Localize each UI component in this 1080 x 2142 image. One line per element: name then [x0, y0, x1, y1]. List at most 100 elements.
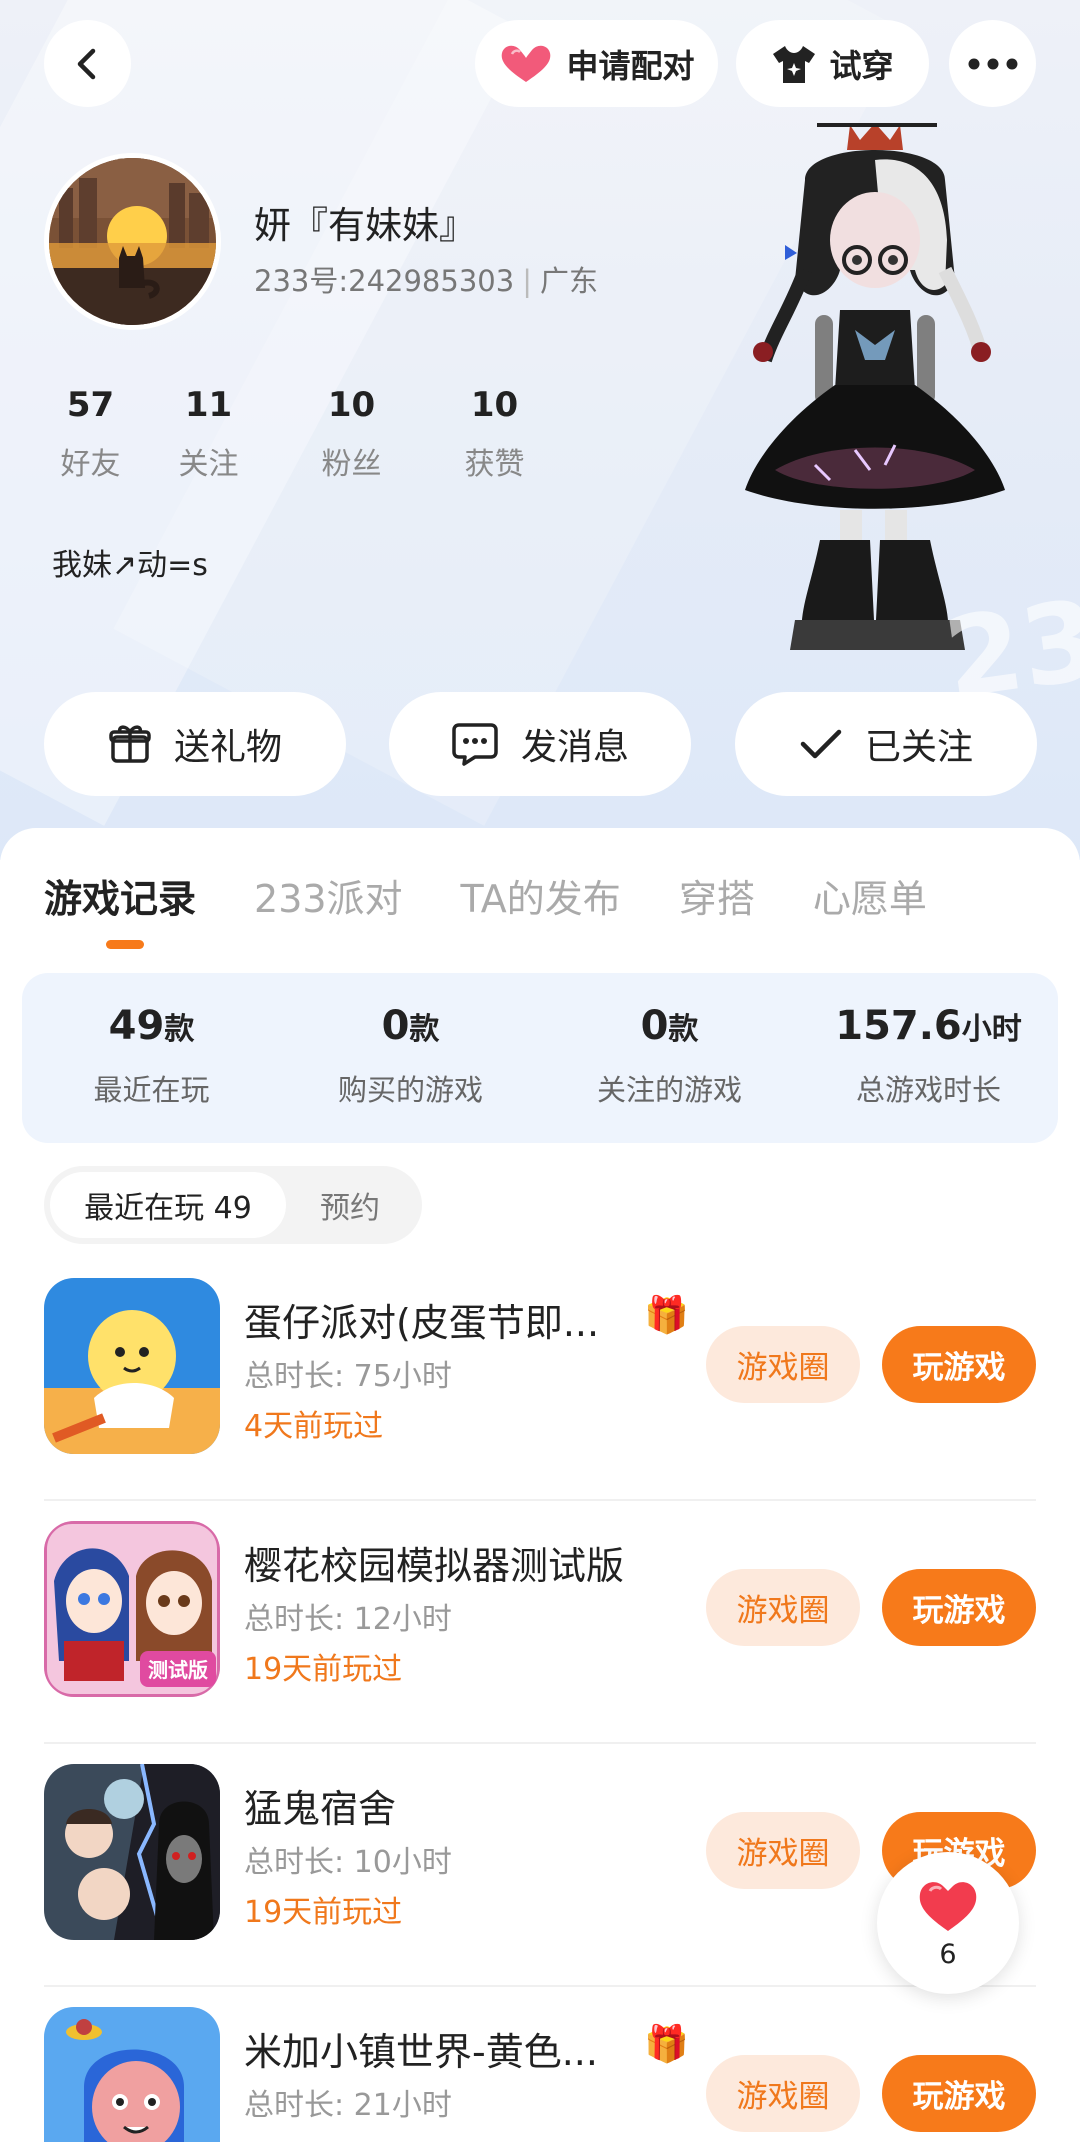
- user-region: 广东: [539, 264, 598, 298]
- send-gift-label: 送礼物: [173, 727, 282, 768]
- play-game-button[interactable]: 玩游戏: [882, 1326, 1036, 1403]
- send-message-label: 发消息: [520, 727, 629, 768]
- game-icon-image: [44, 2007, 220, 2142]
- game-last-played: 19天前玩过: [244, 1895, 403, 1930]
- profile-header: 申请配对 试穿 妍『有妹妹』 233号:242985303 | 广东 57 好友…: [0, 0, 1080, 860]
- play-game-button[interactable]: 玩游戏: [882, 1569, 1036, 1646]
- play-game-button[interactable]: 玩游戏: [882, 2055, 1036, 2132]
- more-dots-icon: [968, 58, 1017, 69]
- game-title: 蛋仔派对(皮蛋节即...: [244, 1301, 600, 1345]
- game-circle-button[interactable]: 游戏圈: [706, 1326, 860, 1403]
- game-list-item[interactable]: 米加小镇世界-黄色... 🎁 总时长: 21小时 游戏圈 玩游戏: [44, 1987, 1036, 2142]
- try-on-button[interactable]: 试穿: [736, 20, 929, 107]
- user-id: 233号:242985303: [254, 264, 515, 298]
- filter-recent-playing[interactable]: 最近在玩 49: [50, 1172, 286, 1238]
- summary-value: 157.6: [835, 1003, 962, 1049]
- back-button[interactable]: [44, 20, 131, 107]
- filter-reserved[interactable]: 预约: [286, 1172, 414, 1238]
- summary-label: 购买的游戏: [337, 1073, 483, 1107]
- game-duration: 总时长: 12小时: [244, 1602, 452, 1637]
- following-button[interactable]: 已关注: [735, 692, 1037, 796]
- summary-value: 0: [640, 1003, 669, 1049]
- stat-fans[interactable]: 10 粉丝: [280, 385, 423, 483]
- summary-value: 0: [381, 1003, 410, 1049]
- game-title: 樱花校园模拟器测试版: [244, 1544, 625, 1588]
- game-circle-button[interactable]: 游戏圈: [706, 1812, 860, 1889]
- stat-label: 获赞: [464, 447, 525, 482]
- game-last-played: 4天前玩过: [244, 1409, 384, 1444]
- summary-recent[interactable]: 49款 最近在玩: [22, 973, 281, 1143]
- summary-unit: 款: [409, 1012, 440, 1047]
- summary-total-time[interactable]: 157.6小时 总游戏时长: [799, 973, 1058, 1143]
- summary-purchased[interactable]: 0款 购买的游戏: [281, 973, 540, 1143]
- more-button[interactable]: [949, 20, 1036, 107]
- summary-value: 49: [108, 1003, 165, 1049]
- game-icon-image: 测试版: [44, 1521, 220, 1697]
- summary-label: 总游戏时长: [855, 1073, 1001, 1107]
- summary-followed[interactable]: 0款 关注的游戏: [540, 973, 799, 1143]
- game-icon-image: [44, 1764, 220, 1940]
- stat-label: 好友: [60, 447, 121, 482]
- tab-wishlist[interactable]: 心愿单: [813, 868, 927, 923]
- following-label: 已关注: [864, 727, 973, 768]
- chat-bubble-icon: [452, 723, 498, 766]
- stat-value: 57: [66, 385, 115, 425]
- game-icon-eggy-party[interactable]: [44, 1278, 220, 1454]
- profile-tabs: 游戏记录 233派对 TA的发布 穿搭 心愿单: [44, 868, 985, 923]
- game-circle-button[interactable]: 游戏圈: [706, 2055, 860, 2132]
- game-title: 猛鬼宿舍: [244, 1787, 397, 1831]
- game-icon-miga-town[interactable]: [44, 2007, 220, 2142]
- tab-outfits[interactable]: 穿搭: [679, 868, 755, 923]
- summary-unit: 小时: [961, 1012, 1022, 1047]
- game-title: 米加小镇世界-黄色...: [244, 2030, 598, 2074]
- try-on-label: 试穿: [829, 46, 894, 85]
- send-message-button[interactable]: 发消息: [389, 692, 691, 796]
- stat-likes[interactable]: 10 获赞: [423, 385, 566, 483]
- gift-badge-icon: 🎁: [644, 1295, 689, 1336]
- tab-233-party[interactable]: 233派对: [254, 868, 403, 923]
- tab-game-records[interactable]: 游戏记录: [44, 868, 196, 923]
- game-list-item[interactable]: 蛋仔派对(皮蛋节即... 🎁 总时长: 75小时 4天前玩过 游戏圈 玩游戏: [44, 1258, 1036, 1501]
- stat-value: 11: [184, 385, 233, 425]
- avatar[interactable]: [44, 153, 221, 330]
- game-duration: 总时长: 10小时: [244, 1845, 452, 1880]
- game-duration: 总时长: 21小时: [244, 2088, 452, 2123]
- game-duration: 总时长: 75小时: [244, 1359, 452, 1394]
- stat-value: 10: [470, 385, 519, 425]
- stat-following[interactable]: 11 关注: [137, 385, 280, 483]
- pair-request-label: 申请配对: [566, 46, 695, 85]
- game-icon-image: [44, 1278, 220, 1454]
- send-gift-button[interactable]: 送礼物: [44, 692, 346, 796]
- active-tab-indicator: [106, 940, 144, 949]
- game-list-item[interactable]: 测试版 樱花校园模拟器测试版 总时长: 12小时 19天前玩过 游戏圈 玩游戏: [44, 1501, 1036, 1744]
- back-arrow-icon: [77, 48, 95, 79]
- like-button[interactable]: 6: [877, 1852, 1019, 1994]
- summary-label: 最近在玩: [93, 1073, 210, 1107]
- hearts-icon: [502, 45, 551, 82]
- game-summary-card: 49款 最近在玩 0款 购买的游戏 0款 关注的游戏 157.6小时 总游戏时长: [22, 973, 1058, 1143]
- bio-text: 我妹↗动=s: [52, 548, 208, 583]
- like-count: 6: [939, 1938, 957, 1970]
- stat-value: 10: [327, 385, 376, 425]
- summary-label: 关注的游戏: [596, 1073, 742, 1107]
- stat-friends[interactable]: 57 好友: [44, 385, 137, 483]
- checkmark-icon: [800, 729, 842, 759]
- gift-icon: [109, 725, 151, 763]
- game-list-filter: 最近在玩 49 预约: [44, 1166, 422, 1244]
- stat-label: 关注: [178, 447, 239, 482]
- heart-icon: [919, 1881, 977, 1931]
- profile-stats: 57 好友 11 关注 10 粉丝 10 获赞: [44, 385, 566, 483]
- summary-unit: 款: [668, 1012, 699, 1047]
- user-id-line: 233号:242985303 | 广东: [254, 258, 598, 300]
- gift-badge-icon: 🎁: [644, 2024, 689, 2065]
- divider: |: [522, 264, 532, 298]
- avatar-image: [49, 158, 216, 325]
- tab-posts[interactable]: TA的发布: [461, 868, 621, 923]
- game-icon-sakura-school[interactable]: 测试版: [44, 1521, 220, 1697]
- game-last-played: 19天前玩过: [244, 1652, 403, 1687]
- svg-text:测试版: 测试版: [148, 1658, 208, 1682]
- game-icon-haunted-dorm[interactable]: [44, 1764, 220, 1940]
- game-circle-button[interactable]: 游戏圈: [706, 1569, 860, 1646]
- tshirt-icon: [773, 45, 816, 83]
- pair-request-button[interactable]: 申请配对: [475, 20, 718, 107]
